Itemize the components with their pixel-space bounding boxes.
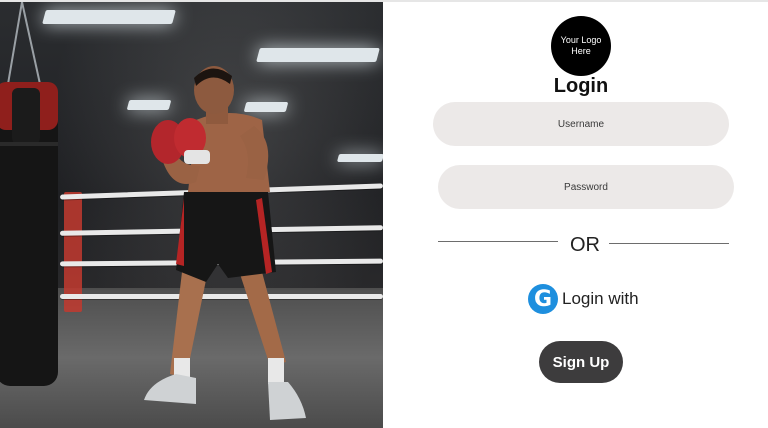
- boxer-illustration: [0, 2, 306, 420]
- login-title: Login: [553, 75, 609, 97]
- hero-boxer-image: [0, 2, 383, 428]
- logo-text: Your Logo Here: [560, 35, 602, 56]
- google-g-icon: G: [528, 284, 558, 314]
- sign-up-button[interactable]: Sign Up: [539, 341, 623, 383]
- divider-line-right: [609, 243, 729, 244]
- password-input[interactable]: [438, 165, 734, 209]
- username-input[interactable]: [433, 102, 729, 146]
- brand-logo: Your Logo Here: [551, 16, 611, 76]
- or-divider-text: OR: [570, 234, 600, 256]
- google-login-button[interactable]: G Login with: [528, 284, 639, 314]
- divider-line-left: [438, 241, 558, 242]
- google-login-label: Login with: [562, 289, 639, 308]
